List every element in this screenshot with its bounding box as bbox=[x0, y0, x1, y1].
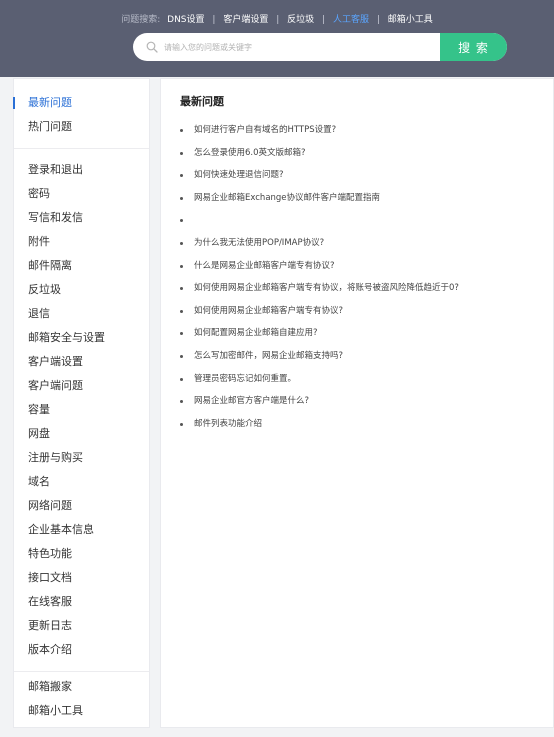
sidebar-item-attachments[interactable]: 附件 bbox=[14, 230, 149, 254]
search-bar: 搜 索 bbox=[133, 33, 507, 61]
sidebar-divider bbox=[14, 671, 149, 672]
sidebar-item-features[interactable]: 特色功能 bbox=[14, 542, 149, 566]
question-link[interactable]: 网易企业邮官方客户端是什么? bbox=[194, 396, 309, 406]
list-item[interactable]: 管理员密码忘记如何重置。 bbox=[180, 368, 550, 391]
page-title: 最新问题 bbox=[180, 95, 224, 108]
list-item[interactable]: 如何使用网易企业邮箱客户端专有协议，将账号被盗风险降低趋近于0? bbox=[180, 277, 550, 300]
sidebar-group-tools: 邮箱搬家 邮箱小工具 bbox=[14, 675, 149, 723]
question-link[interactable]: 怎么登录使用6.0英文版邮箱? bbox=[194, 148, 306, 158]
quick-links-bar: 问题搜索: DNS设置 | 客户端设置 | 反垃圾 | 人工客服 | 邮箱小工具 bbox=[0, 12, 554, 25]
question-link[interactable]: 如何快速处理退信问题? bbox=[194, 170, 284, 180]
question-link[interactable]: 管理员密码忘记如何重置。 bbox=[194, 374, 296, 384]
sidebar-item-online-support[interactable]: 在线客服 bbox=[14, 590, 149, 614]
list-item[interactable]: 怎么登录使用6.0英文版邮箱? bbox=[180, 142, 550, 165]
top-header: 问题搜索: DNS设置 | 客户端设置 | 反垃圾 | 人工客服 | 邮箱小工具… bbox=[0, 0, 554, 77]
sidebar-group-categories: 登录和退出 密码 写信和发信 附件 邮件隔离 反垃圾 退信 邮箱安全与设置 客户… bbox=[14, 158, 149, 662]
list-item bbox=[180, 209, 550, 232]
list-item[interactable]: 怎么写加密邮件，网易企业邮箱支持吗? bbox=[180, 345, 550, 368]
search-button[interactable]: 搜 索 bbox=[440, 33, 507, 61]
sidebar-item-bounce[interactable]: 退信 bbox=[14, 302, 149, 326]
quick-link-separator: | bbox=[376, 15, 380, 25]
sidebar-item-company-info[interactable]: 企业基本信息 bbox=[14, 518, 149, 542]
sidebar-item-security[interactable]: 邮箱安全与设置 bbox=[14, 326, 149, 350]
list-item[interactable]: 如何进行客户自有域名的HTTPS设置? bbox=[180, 119, 550, 142]
sidebar-item-compose[interactable]: 写信和发信 bbox=[14, 206, 149, 230]
list-item[interactable]: 如何使用网易企业邮箱客户端专有协议? bbox=[180, 300, 550, 323]
quick-link-dns[interactable]: DNS设置 bbox=[167, 15, 204, 25]
sidebar-item-changelog[interactable]: 更新日志 bbox=[14, 614, 149, 638]
sidebar-item-latest[interactable]: 最新问题 bbox=[13, 91, 149, 115]
question-link[interactable]: 为什么我无法使用POP/IMAP协议? bbox=[194, 238, 324, 248]
sidebar-item-versions[interactable]: 版本介绍 bbox=[14, 638, 149, 662]
quick-link-antispam[interactable]: 反垃圾 bbox=[287, 15, 314, 25]
quick-link-separator: | bbox=[322, 15, 326, 25]
sidebar: 最新问题 热门问题 登录和退出 密码 写信和发信 附件 邮件隔离 反垃圾 退信 … bbox=[13, 78, 150, 728]
sidebar-item-password[interactable]: 密码 bbox=[14, 182, 149, 206]
quick-link-separator: | bbox=[276, 15, 280, 25]
question-link[interactable]: 如何进行客户自有域名的HTTPS设置? bbox=[194, 125, 336, 135]
quick-link-client-settings[interactable]: 客户端设置 bbox=[223, 15, 268, 25]
list-item[interactable]: 什么是网易企业邮箱客户端专有协议? bbox=[180, 255, 550, 278]
question-link[interactable]: 邮件列表功能介绍 bbox=[194, 419, 262, 429]
list-item[interactable]: 网易企业邮箱Exchange协议邮件客户端配置指南 bbox=[180, 187, 550, 210]
question-link[interactable]: 如何配置网易企业邮箱自建应用? bbox=[194, 328, 318, 338]
sidebar-item-mail-tools[interactable]: 邮箱小工具 bbox=[14, 699, 149, 723]
sidebar-item-domain[interactable]: 域名 bbox=[14, 470, 149, 494]
sidebar-item-client-issues[interactable]: 客户端问题 bbox=[14, 374, 149, 398]
sidebar-group-featured: 最新问题 热门问题 bbox=[13, 91, 149, 139]
search-input[interactable] bbox=[164, 33, 464, 61]
sidebar-item-hot[interactable]: 热门问题 bbox=[14, 115, 149, 139]
sidebar-item-capacity[interactable]: 容量 bbox=[14, 398, 149, 422]
list-item[interactable]: 为什么我无法使用POP/IMAP协议? bbox=[180, 232, 550, 255]
list-item[interactable]: 如何配置网易企业邮箱自建应用? bbox=[180, 322, 550, 345]
quick-link-separator: | bbox=[212, 15, 216, 25]
quick-link-mail-tools[interactable]: 邮箱小工具 bbox=[388, 15, 433, 25]
sidebar-divider bbox=[14, 148, 149, 149]
question-link[interactable]: 网易企业邮箱Exchange协议邮件客户端配置指南 bbox=[194, 193, 380, 203]
quick-links-label: 问题搜索: bbox=[121, 15, 161, 25]
sidebar-item-register[interactable]: 注册与购买 bbox=[14, 446, 149, 470]
list-item[interactable]: 网易企业邮官方客户端是什么? bbox=[180, 390, 550, 413]
sidebar-item-network[interactable]: 网络问题 bbox=[14, 494, 149, 518]
quick-link-human-support[interactable]: 人工客服 bbox=[333, 15, 369, 25]
sidebar-item-mailbox-migration[interactable]: 邮箱搬家 bbox=[14, 675, 149, 699]
main-content: 最新问题 如何进行客户自有域名的HTTPS设置? 怎么登录使用6.0英文版邮箱?… bbox=[160, 78, 554, 728]
question-link[interactable]: 如何使用网易企业邮箱客户端专有协议? bbox=[194, 306, 343, 316]
question-link[interactable]: 如何使用网易企业邮箱客户端专有协议，将账号被盗风险降低趋近于0? bbox=[194, 283, 459, 293]
sidebar-item-login[interactable]: 登录和退出 bbox=[14, 158, 149, 182]
sidebar-item-api-docs[interactable]: 接口文档 bbox=[14, 566, 149, 590]
search-icon bbox=[146, 41, 158, 53]
sidebar-item-netdisk[interactable]: 网盘 bbox=[14, 422, 149, 446]
list-item[interactable]: 如何快速处理退信问题? bbox=[180, 164, 550, 187]
sidebar-item-client-settings[interactable]: 客户端设置 bbox=[14, 350, 149, 374]
question-list: 如何进行客户自有域名的HTTPS设置? 怎么登录使用6.0英文版邮箱? 如何快速… bbox=[180, 119, 550, 435]
sidebar-item-antispam[interactable]: 反垃圾 bbox=[14, 278, 149, 302]
list-item[interactable]: 邮件列表功能介绍 bbox=[180, 413, 550, 436]
question-link[interactable]: 怎么写加密邮件，网易企业邮箱支持吗? bbox=[194, 351, 343, 361]
sidebar-item-quarantine[interactable]: 邮件隔离 bbox=[14, 254, 149, 278]
question-link[interactable]: 什么是网易企业邮箱客户端专有协议? bbox=[194, 261, 335, 271]
